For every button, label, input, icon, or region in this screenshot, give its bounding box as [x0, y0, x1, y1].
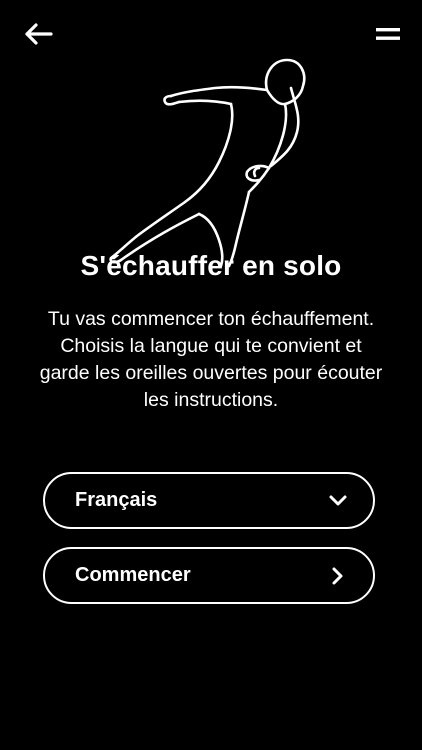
- menu-button[interactable]: [372, 18, 404, 50]
- stretching-person-illustration: [95, 52, 325, 272]
- start-button-label: Commencer: [75, 564, 191, 586]
- page-description: Tu vas commencer ton échauffement. Chois…: [39, 308, 383, 411]
- start-button[interactable]: Commencer: [43, 547, 375, 604]
- language-select[interactable]: Français: [43, 472, 375, 529]
- page-title: S'échauffer en solo: [80, 250, 342, 281]
- chevron-right-icon: [327, 565, 349, 587]
- arrow-left-icon: [25, 23, 53, 45]
- menu-icon: [376, 28, 400, 40]
- chevron-down-icon: [327, 490, 349, 512]
- back-button[interactable]: [18, 18, 58, 50]
- language-select-value: Français: [75, 489, 158, 511]
- stretching-person-outline: [109, 58, 306, 268]
